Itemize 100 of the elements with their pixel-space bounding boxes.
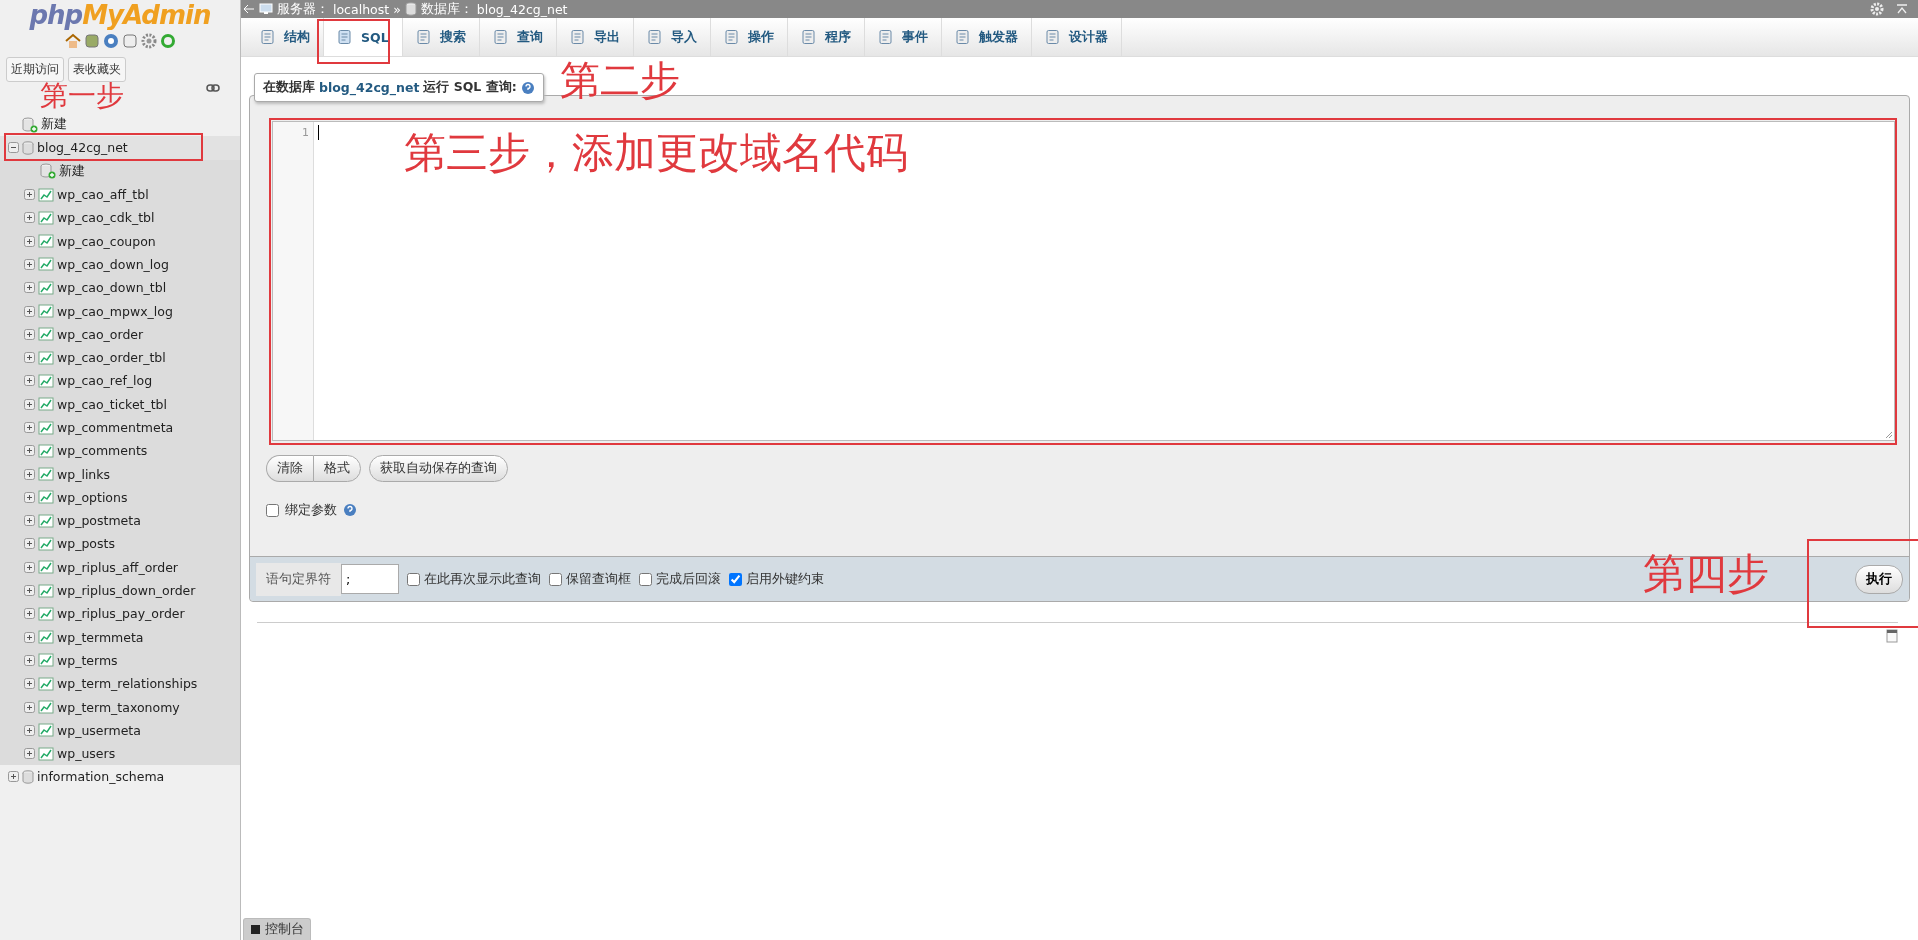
expand-icon[interactable] (24, 352, 35, 364)
tab-icon (800, 29, 817, 45)
expand-icon[interactable] (24, 654, 35, 666)
expand-icon[interactable] (24, 212, 35, 224)
table-icon (38, 420, 54, 435)
table-icon (38, 257, 54, 272)
expand-icon[interactable] (24, 305, 35, 317)
link-icon[interactable] (206, 84, 220, 92)
tab[interactable]: 导出 (556, 18, 634, 56)
expand-icon[interactable] (24, 189, 35, 201)
collapse-icon[interactable] (8, 142, 19, 154)
settings-icon[interactable] (140, 33, 157, 49)
expand-icon[interactable] (24, 585, 35, 597)
checkbox-label: 绑定参数 (285, 501, 337, 519)
checkbox[interactable] (729, 572, 742, 586)
annotation-text: 第二步 (560, 60, 680, 100)
table-name[interactable]: wp_links (57, 466, 111, 482)
checkbox[interactable] (266, 503, 279, 517)
expand-icon[interactable] (24, 608, 35, 620)
sidebar-tab[interactable]: 表收藏夹 (68, 57, 126, 82)
panel-button[interactable]: 获取自动保存的查询 (369, 455, 508, 482)
expand-icon[interactable] (24, 748, 35, 760)
tab-icon (415, 29, 432, 45)
checkbox[interactable] (639, 572, 652, 586)
checkbox[interactable] (549, 572, 562, 586)
new-item[interactable]: 新建 (41, 116, 67, 134)
table-name[interactable]: wp_terms (57, 652, 118, 668)
new-item[interactable]: 新建 (59, 162, 85, 180)
resize-grip-icon[interactable] (1885, 431, 1893, 439)
expand-icon[interactable] (24, 258, 35, 270)
database-plus-icon (22, 116, 38, 133)
expand-icon[interactable] (24, 701, 35, 713)
expand-icon[interactable] (24, 445, 35, 457)
expand-icon[interactable] (24, 328, 35, 340)
expand-icon[interactable] (24, 724, 35, 736)
database-icon (22, 769, 34, 784)
page-icon[interactable] (1886, 629, 1898, 643)
breadcrumb-link[interactable]: localhost (333, 1, 390, 17)
expand-icon[interactable] (24, 282, 35, 294)
expand-icon[interactable] (24, 678, 35, 690)
expand-icon[interactable] (24, 235, 35, 247)
panel-button[interactable]: 清除 (266, 455, 313, 482)
table-icon (38, 187, 54, 202)
database-name[interactable]: information_schema (37, 769, 165, 785)
delimiter-label: 语句定界符 (256, 562, 341, 596)
console-tab[interactable]: 控制台 (243, 918, 311, 940)
table-icon (38, 630, 54, 645)
expand-icon[interactable] (24, 491, 35, 503)
table-icon (38, 443, 54, 458)
tab-icon (492, 29, 509, 45)
tab-icon (569, 29, 586, 45)
server-icon (259, 3, 273, 15)
expand-icon[interactable] (24, 398, 35, 410)
expand-icon[interactable] (24, 538, 35, 550)
tab-icon (646, 29, 663, 45)
sidebar-tab[interactable]: 近期访问 (6, 57, 64, 82)
tab[interactable]: 查询 (479, 18, 557, 56)
breadcrumb-label: 数据库： (420, 0, 473, 18)
table-icon (38, 700, 54, 715)
expand-icon[interactable] (24, 631, 35, 643)
go-button[interactable]: 执行 (1855, 564, 1903, 594)
table-icon (38, 490, 54, 505)
back-arrow-icon[interactable] (243, 4, 255, 14)
tab[interactable]: 搜索 (402, 18, 480, 56)
tab[interactable]: 程序 (787, 18, 865, 56)
tab[interactable]: 事件 (864, 18, 942, 56)
database-icon (22, 140, 34, 155)
delimiter-field[interactable]: ; (341, 564, 399, 594)
help-icon[interactable] (520, 80, 535, 95)
expand-icon[interactable] (24, 375, 35, 387)
expand-icon[interactable] (24, 422, 35, 433)
help-icon[interactable] (102, 33, 119, 49)
checkbox-label: 启用外键约束 (746, 570, 824, 588)
tab[interactable]: 触发器 (941, 18, 1032, 56)
checkbox[interactable] (407, 572, 420, 586)
table-icon (38, 373, 54, 388)
breadcrumb-link[interactable]: blog_42cg_net (476, 1, 568, 17)
checkbox-label: 保留查询框 (566, 570, 631, 588)
expand-icon[interactable] (8, 771, 19, 783)
table-icon (38, 746, 54, 761)
tab[interactable]: 操作 (710, 18, 788, 56)
tab[interactable]: SQL (324, 18, 403, 56)
table-icon (38, 723, 54, 738)
table-name[interactable]: wp_users (57, 746, 116, 762)
table-icon (38, 304, 54, 318)
tab[interactable]: 设计器 (1031, 18, 1122, 56)
table-name[interactable]: wp_options (57, 489, 128, 505)
table-name[interactable]: wp_posts (57, 536, 115, 552)
tab-icon (1044, 29, 1061, 45)
table-icon (38, 350, 54, 365)
help-icon[interactable] (343, 503, 357, 517)
expand-icon[interactable] (24, 468, 35, 480)
tab-icon (877, 29, 894, 45)
panel-button[interactable]: 格式 (313, 455, 361, 482)
table-icon (38, 606, 54, 621)
home-icon[interactable] (64, 33, 81, 49)
checkbox-label: 完成后回滚 (656, 570, 721, 588)
expand-icon[interactable] (24, 561, 35, 573)
expand-icon[interactable] (24, 515, 35, 527)
tab[interactable]: 导入 (633, 18, 711, 56)
